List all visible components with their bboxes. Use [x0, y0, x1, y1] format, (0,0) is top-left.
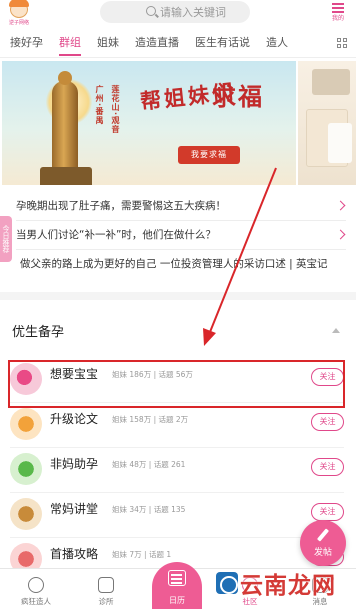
calendar-icon	[168, 570, 186, 586]
nav-item-zaoren[interactable]: 疯狂造人	[8, 577, 64, 607]
nav-label: 疯狂造人	[21, 597, 51, 606]
compass-icon	[28, 577, 44, 593]
app-screen: 逆子网络 请输入关键词 我的 接好孕 群组 姐妹 造造直播 医生有话说 造人 广…	[0, 0, 356, 609]
nav-item-clinic[interactable]: 诊所	[78, 577, 134, 607]
post-label: 发帖	[313, 548, 332, 558]
nav-label: 日历	[169, 596, 185, 605]
clinic-icon	[98, 577, 114, 593]
watermark-logo-icon	[216, 572, 238, 594]
watermark: 云南龙网	[216, 568, 336, 599]
nav-label: 诊所	[98, 597, 114, 606]
post-button[interactable]: 发帖	[300, 520, 346, 566]
nav-item-calendar[interactable]: 日历	[152, 562, 202, 609]
annotation-arrow	[203, 167, 277, 346]
watermark-text: 云南龙网	[240, 572, 336, 599]
pen-icon	[315, 528, 331, 544]
